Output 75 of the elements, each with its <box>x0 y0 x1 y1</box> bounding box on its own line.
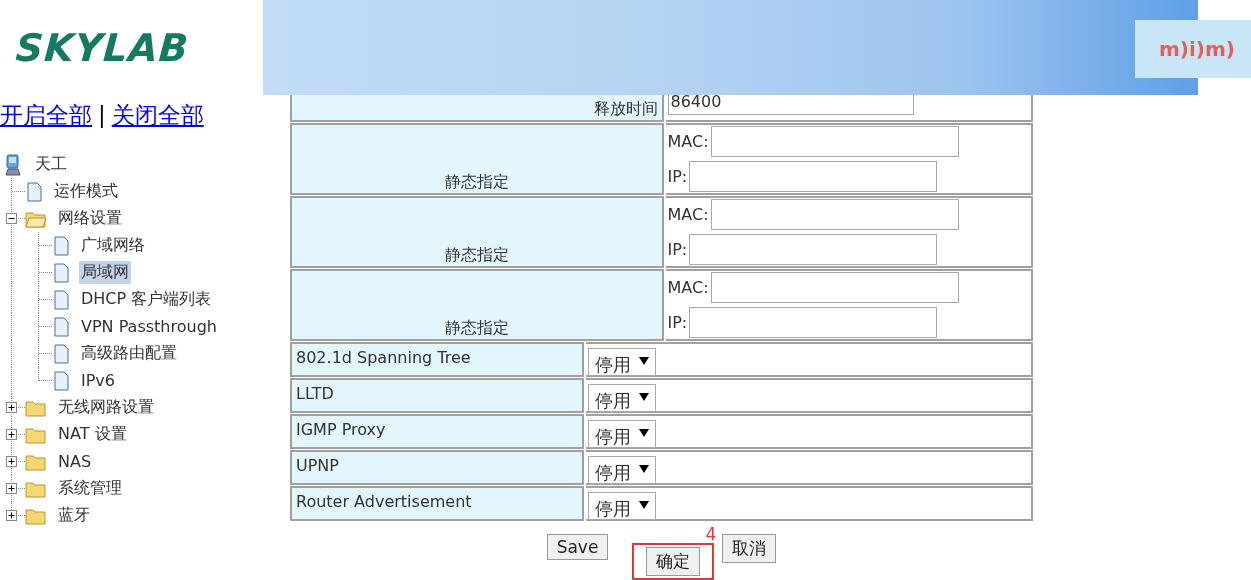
lease-time-field[interactable]: 86400 <box>667 95 914 115</box>
input-field[interactable] <box>710 199 959 230</box>
field-label: MAC: <box>667 205 709 224</box>
folder-icon <box>25 425 47 444</box>
dropdown[interactable]: 停用 <box>588 491 656 520</box>
folder-icon <box>25 479 47 498</box>
field-label: IP: <box>667 240 688 259</box>
brand-logo: m)i)m) <box>1135 20 1251 78</box>
field-label: IP: <box>667 167 688 186</box>
field-label: MAC: <box>667 132 709 151</box>
document-icon <box>52 235 70 256</box>
field-label: UPNP <box>296 456 339 475</box>
annotation-number: 4 <box>705 525 717 543</box>
input-field[interactable] <box>710 272 959 303</box>
field-label: 释放时间 <box>593 99 658 120</box>
field-label: 静态指定 <box>444 318 509 339</box>
tree-item[interactable]: 系统管理 <box>56 477 124 500</box>
field-label: IGMP Proxy <box>296 420 386 439</box>
form-button[interactable]: Save <box>546 534 609 560</box>
collapse-all-link[interactable]: 关闭全部 <box>111 99 204 131</box>
expand-icon[interactable] <box>6 402 17 413</box>
field-label: 802.1d Spanning Tree <box>296 348 471 367</box>
tree-item[interactable]: NAS <box>56 451 94 472</box>
folder-icon <box>25 506 47 525</box>
tree-item[interactable]: 局域网 <box>79 261 131 284</box>
caret-icon <box>639 465 649 474</box>
caret-icon <box>639 501 649 510</box>
dropdown[interactable]: 停用 <box>588 383 656 412</box>
field-label: LLTD <box>296 384 334 403</box>
caret-icon <box>639 393 649 402</box>
tree-item[interactable]: IPv6 <box>79 370 117 391</box>
document-icon <box>52 343 70 364</box>
document-icon <box>25 181 43 202</box>
dropdown[interactable]: 停用 <box>588 419 656 448</box>
field-label: 静态指定 <box>444 245 509 266</box>
folder-icon <box>25 398 47 417</box>
field-label: MAC: <box>667 278 709 297</box>
caret-icon <box>639 429 649 438</box>
tree-item[interactable]: 蓝牙 <box>56 504 92 527</box>
tree-item[interactable]: VPN Passthrough <box>79 316 219 337</box>
tree-item[interactable]: 运作模式 <box>52 180 120 203</box>
tree-item[interactable]: DHCP 客户端列表 <box>79 288 214 311</box>
tree-item[interactable]: 无线网路设置 <box>56 396 156 419</box>
caret-icon <box>639 357 649 366</box>
input-field[interactable] <box>710 126 959 157</box>
tree-item[interactable]: 高级路由配置 <box>79 342 179 365</box>
form-button[interactable]: 取消 <box>722 534 777 563</box>
document-icon <box>52 262 70 283</box>
folder-icon <box>25 452 47 471</box>
folder-icon <box>25 209 47 228</box>
tree-item[interactable]: 网络设置 <box>56 207 124 230</box>
dropdown[interactable]: 停用 <box>588 455 656 484</box>
expand-icon[interactable] <box>6 510 17 521</box>
computer-icon <box>4 153 24 176</box>
document-icon <box>52 370 70 391</box>
field-label: Router Advertisement <box>296 492 472 511</box>
tree-item[interactable]: 广域网络 <box>79 234 147 257</box>
dropdown[interactable]: 停用 <box>588 347 656 376</box>
field-label: 静态指定 <box>444 172 509 193</box>
input-field[interactable] <box>689 161 938 192</box>
input-field[interactable] <box>689 234 938 265</box>
field-label: IP: <box>667 313 688 332</box>
expand-all-link[interactable]: 开启全部 <box>0 99 92 131</box>
expand-icon[interactable] <box>6 483 17 494</box>
tree-item[interactable]: 天工 <box>33 153 69 176</box>
tree-item[interactable]: NAT 设置 <box>56 423 129 446</box>
document-icon <box>52 316 70 337</box>
collapse-icon[interactable] <box>6 213 17 224</box>
expand-icon[interactable] <box>6 429 17 440</box>
input-field[interactable] <box>689 307 938 338</box>
link-separator: | <box>98 102 106 128</box>
form-button[interactable]: 确定 <box>646 547 701 576</box>
expand-icon[interactable] <box>6 456 17 467</box>
document-icon <box>52 289 70 310</box>
logo: SKYLAB <box>14 25 191 70</box>
